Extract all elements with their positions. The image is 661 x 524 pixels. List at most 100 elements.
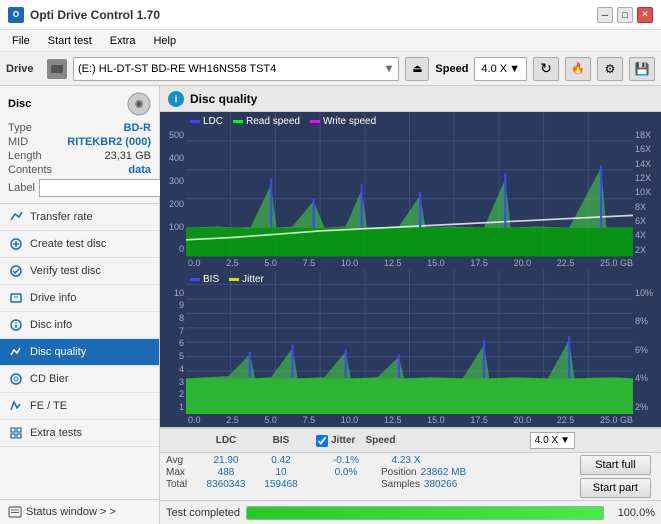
refresh-button[interactable]: ↻ xyxy=(533,57,559,81)
chart1-y-right: 18X 16X 14X 12X 10X 8X 6X 4X 2X xyxy=(633,112,661,257)
app-icon: O xyxy=(8,7,24,23)
sidebar-item-verify-test-disc[interactable]: Verify test disc xyxy=(0,258,159,285)
label-label: Label xyxy=(8,182,35,194)
stats-table: Avg 21.90 0.42 -0.1% 4.23 X Max 488 10 0… xyxy=(166,455,576,490)
bis-legend-label: BIS xyxy=(203,274,219,285)
drive-info-icon xyxy=(8,290,24,306)
drive-select[interactable]: (E:) HL-DT-ST BD-RE WH16NS58 TST4 ▼ xyxy=(73,57,399,81)
transfer-rate-icon xyxy=(8,209,24,225)
sidebar-item-extra-tests[interactable]: Extra tests xyxy=(0,420,159,447)
type-label: Type xyxy=(8,122,32,134)
main-layout: Disc Type BD-R MID RITEKBR2 (000) Length… xyxy=(0,86,661,524)
jitter-checkbox[interactable] xyxy=(316,435,328,447)
cd-bier-icon xyxy=(8,371,24,387)
action-buttons: Start full Start part xyxy=(576,455,655,498)
total-row: Total 8360343 159468 Samples 380266 xyxy=(166,479,576,490)
save-button[interactable]: 💾 xyxy=(629,57,655,81)
ldc-legend-label: LDC xyxy=(203,116,223,127)
disc-quality-label: Disc quality xyxy=(30,346,86,358)
read-speed-legend-color xyxy=(233,120,243,123)
charts-area: LDC Read speed Write speed xyxy=(160,112,661,427)
minimize-button[interactable]: ─ xyxy=(597,7,613,23)
max-ldc: 488 xyxy=(196,467,256,478)
mid-value: RITEKBR2 (000) xyxy=(67,136,151,148)
bis-legend-color xyxy=(190,278,200,281)
sidebar-item-drive-info[interactable]: Drive info xyxy=(0,285,159,312)
disc-quality-title: Disc quality xyxy=(190,92,257,106)
length-value: 23,31 GB xyxy=(105,150,151,162)
verify-test-disc-icon xyxy=(8,263,24,279)
menu-help[interactable]: Help xyxy=(145,33,184,49)
legend-read-speed: Read speed xyxy=(233,116,300,127)
data-rows: Avg 21.90 0.42 -0.1% 4.23 X Max 488 10 0… xyxy=(160,452,661,500)
disc-length-row: Length 23,31 GB xyxy=(8,150,151,162)
position-label: Position xyxy=(381,467,417,478)
eject-button[interactable]: ⏏ xyxy=(405,57,429,81)
menu-file[interactable]: File xyxy=(4,33,38,49)
status-window-button[interactable]: Status window > > xyxy=(0,499,159,524)
menu-extra[interactable]: Extra xyxy=(102,33,144,49)
chart2-x-axis: 0.0 2.5 5.0 7.5 10.0 12.5 15.0 17.5 20.0… xyxy=(160,414,661,427)
max-jitter: 0.0% xyxy=(316,467,376,478)
titlebar-left: O Opti Drive Control 1.70 xyxy=(8,7,160,23)
sidebar-item-create-test-disc[interactable]: Create test disc xyxy=(0,231,159,258)
nav-items: Transfer rate Create test disc Verify te… xyxy=(0,204,159,447)
speed-dropdown[interactable]: 4.0 X ▼ xyxy=(530,432,575,449)
sidebar-item-cd-bier[interactable]: CD Bier xyxy=(0,366,159,393)
app-title: Opti Drive Control 1.70 xyxy=(30,8,160,22)
drive-select-value: (E:) HL-DT-ST BD-RE WH16NS58 TST4 xyxy=(78,63,276,75)
chart1-container: LDC Read speed Write speed xyxy=(160,112,661,270)
titlebar-controls: ─ □ ✕ xyxy=(597,7,653,23)
extra-tests-icon xyxy=(8,425,24,441)
drive-dropdown-arrow: ▼ xyxy=(384,63,395,75)
legend-jitter: Jitter xyxy=(229,274,264,285)
chart2-svg xyxy=(186,270,633,415)
status-window-label: Status window > > xyxy=(26,506,116,518)
chart1-inner: 500 400 300 200 100 0 xyxy=(160,112,661,257)
samples-value: 380266 xyxy=(424,479,457,490)
disc-quality-header: i Disc quality xyxy=(160,86,661,112)
sidebar-item-disc-info[interactable]: Disc info xyxy=(0,312,159,339)
menubar: File Start test Extra Help xyxy=(0,30,661,52)
jitter-legend-label: Jitter xyxy=(242,274,264,285)
avg-jitter: -0.1% xyxy=(316,455,376,466)
disc-panel: Disc Type BD-R MID RITEKBR2 (000) Length… xyxy=(0,86,159,204)
chart1-legend: LDC Read speed Write speed xyxy=(190,116,376,127)
total-bis: 159468 xyxy=(256,479,306,490)
create-test-disc-label: Create test disc xyxy=(30,238,106,250)
sidebar-item-transfer-rate[interactable]: Transfer rate xyxy=(0,204,159,231)
disc-info-icon xyxy=(8,317,24,333)
speed-select[interactable]: 4.0 X ▼ xyxy=(474,57,527,81)
sidebar-item-fe-te[interactable]: FE / TE xyxy=(0,393,159,420)
mid-label: MID xyxy=(8,136,28,148)
max-label: Max xyxy=(166,467,196,478)
extra-tests-label: Extra tests xyxy=(30,427,82,439)
legend-bis: BIS xyxy=(190,274,219,285)
burn-button[interactable]: 🔥 xyxy=(565,57,591,81)
chart2-legend: BIS Jitter xyxy=(190,274,264,285)
avg-row: Avg 21.90 0.42 -0.1% 4.23 X xyxy=(166,455,576,466)
sidebar-item-disc-quality[interactable]: Disc quality xyxy=(0,339,159,366)
close-button[interactable]: ✕ xyxy=(637,7,653,23)
disc-title: Disc xyxy=(8,98,31,110)
transfer-rate-label: Transfer rate xyxy=(30,211,93,223)
start-part-button[interactable]: Start part xyxy=(580,478,651,498)
maximize-button[interactable]: □ xyxy=(617,7,633,23)
ldc-header: LDC xyxy=(196,435,256,446)
start-full-button[interactable]: Start full xyxy=(580,455,651,475)
chart1-y-left: 500 400 300 200 100 0 xyxy=(160,112,186,257)
avg-speed: 4.23 X xyxy=(376,455,436,466)
total-ldc: 8360343 xyxy=(196,479,256,490)
disc-quality-icon xyxy=(8,344,24,360)
menu-start-test[interactable]: Start test xyxy=(40,33,100,49)
fe-te-icon xyxy=(8,398,24,414)
chart2-container: BIS Jitter 10 9 8 7 6 xyxy=(160,270,661,428)
chart1-svg xyxy=(186,112,633,257)
chart1-main xyxy=(186,112,633,257)
settings-button[interactable]: ⚙ xyxy=(597,57,623,81)
sidebar: Disc Type BD-R MID RITEKBR2 (000) Length… xyxy=(0,86,160,524)
contents-label: Contents xyxy=(8,164,52,176)
progress-bar-container xyxy=(246,506,604,520)
read-speed-legend-label: Read speed xyxy=(246,116,300,127)
speed-dropdown-arrow: ▼ xyxy=(509,63,520,75)
